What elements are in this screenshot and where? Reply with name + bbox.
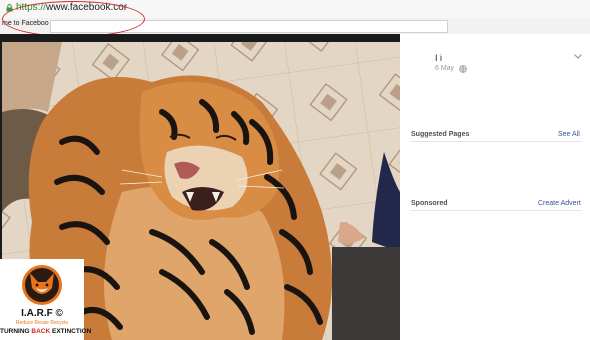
logo-name: I.A.R.F © (21, 308, 63, 319)
red-annotation-ellipse (2, 1, 145, 37)
iarf-logo: I.A.R.F © Reduce Reuse Recycle TURNING B… (0, 259, 92, 340)
poster-name[interactable]: I i (435, 53, 442, 63)
divider (410, 210, 582, 211)
sponsored-title: Sponsored (411, 200, 448, 207)
globe-icon (459, 65, 467, 73)
suggested-pages-title: Suggested Pages (411, 131, 470, 138)
logo-tagline: Reduce Reuse Recycle (15, 320, 69, 326)
post-date[interactable]: 6 May (435, 65, 454, 72)
see-all-link[interactable]: See All (558, 131, 580, 138)
chevron-down-icon[interactable] (573, 52, 583, 60)
divider (410, 141, 582, 142)
post-sidebar: I i 6 May Suggested Pages See All Sponso… (400, 34, 590, 340)
logo-slogan: TURNING BACK EXTINCTION (0, 328, 92, 335)
fox-icon (22, 265, 62, 305)
create-advert-link[interactable]: Create Advert (538, 200, 581, 207)
